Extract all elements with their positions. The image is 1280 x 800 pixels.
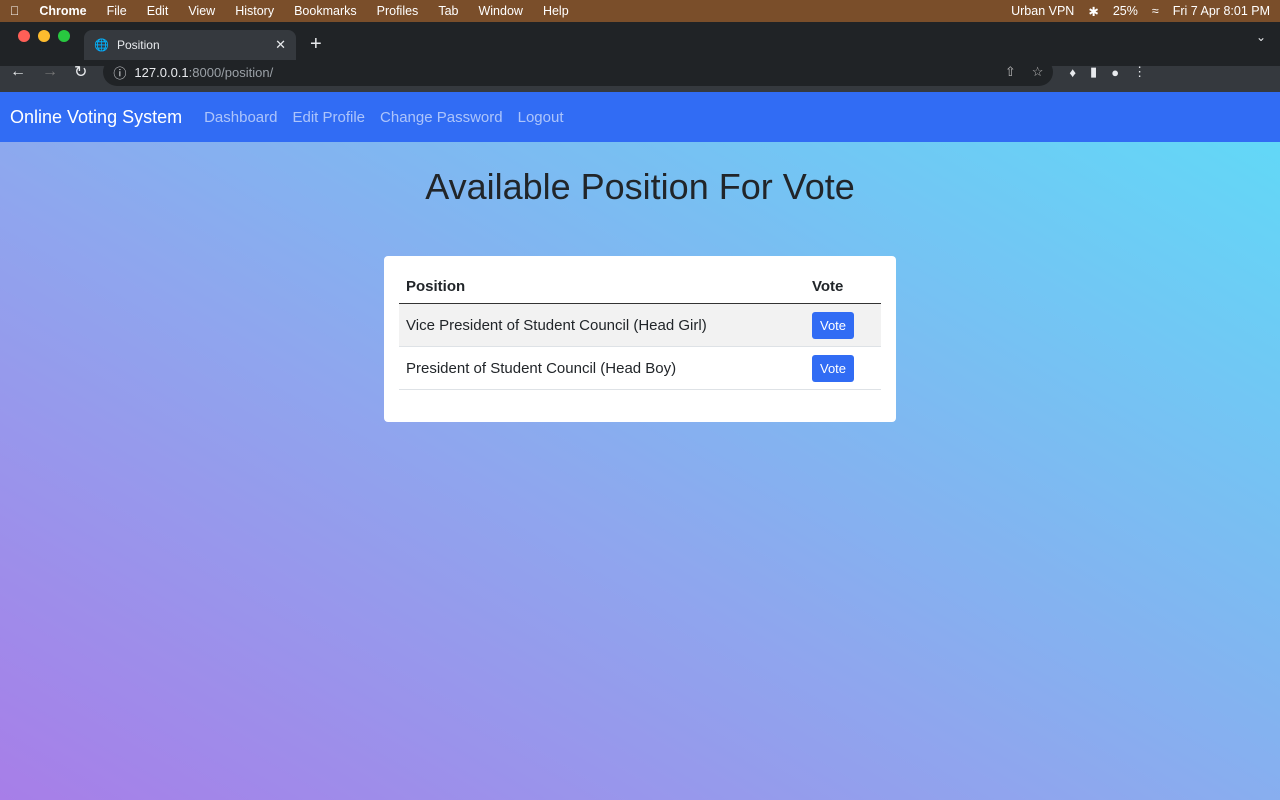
vote-button[interactable]: Vote (812, 311, 855, 339)
menu-view[interactable]: View (188, 4, 215, 18)
close-tab-icon[interactable]: ✕ (275, 37, 286, 53)
apple-icon[interactable]:  (10, 4, 19, 18)
battery-percent[interactable]: 25% (1113, 4, 1138, 18)
side-panel-icon[interactable]: ▮ (1090, 64, 1097, 80)
nav-change-password[interactable]: Change Password (380, 109, 503, 126)
menu-history[interactable]: History (235, 4, 274, 18)
vpn-status[interactable]: Urban VPN (1011, 4, 1074, 18)
menu-app[interactable]: Chrome (39, 4, 86, 18)
tab-title: Position (116, 38, 160, 52)
main-content: Available Position For Vote Position Vote… (0, 142, 1280, 800)
datetime[interactable]: Fri 7 Apr 8:01 PM (1173, 4, 1270, 18)
table-row: Vice President of Student Council (Head … (399, 303, 881, 347)
wifi-icon[interactable]: ≈ (1152, 4, 1159, 18)
tab-search-chevron-icon[interactable]: ⌄ (1256, 30, 1266, 44)
bookmark-star-icon[interactable]: ☆ (1032, 64, 1044, 80)
macos-menubar:  Chrome File Edit View History Bookmark… (0, 0, 1280, 22)
position-name: President of Student Council (Head Boy) (399, 346, 805, 390)
menu-tab[interactable]: Tab (438, 4, 458, 18)
menu-window[interactable]: Window (478, 4, 522, 18)
bluetooth-icon[interactable]: ✱ (1088, 4, 1098, 19)
header-vote: Vote (805, 270, 881, 304)
position-name: Vice President of Student Council (Head … (399, 303, 805, 347)
url-path: :8000/position/ (188, 64, 274, 80)
page-title: Available Position For Vote (425, 166, 855, 207)
globe-icon: 🌐 (94, 38, 109, 52)
new-tab-button[interactable]: + (310, 33, 322, 56)
menu-help[interactable]: Help (543, 4, 569, 18)
menu-edit[interactable]: Edit (147, 4, 169, 18)
positions-card: Position Vote Vice President of Student C… (384, 256, 896, 422)
chrome-menu-icon[interactable]: ⋮ (1133, 64, 1146, 80)
close-window-button[interactable] (18, 30, 30, 42)
url-host: 127.0.0.1 (134, 64, 189, 80)
menu-profiles[interactable]: Profiles (377, 4, 419, 18)
table-row: President of Student Council (Head Boy) V… (399, 346, 881, 390)
tab-strip: 🌐 Position ✕ + ⌄ (0, 22, 1280, 66)
extensions-puzzle-icon[interactable]: ♦ (1069, 65, 1076, 80)
profile-avatar[interactable]: ● (1111, 65, 1119, 80)
brand[interactable]: Online Voting System (10, 107, 182, 128)
nav-dashboard[interactable]: Dashboard (204, 109, 277, 126)
site-navbar: Online Voting System Dashboard Edit Prof… (0, 92, 1280, 142)
maximize-window-button[interactable] (58, 30, 70, 42)
menu-file[interactable]: File (107, 4, 127, 18)
nav-logout[interactable]: Logout (518, 109, 564, 126)
menu-bookmarks[interactable]: Bookmarks (294, 4, 357, 18)
nav-edit-profile[interactable]: Edit Profile (292, 109, 365, 126)
positions-table: Position Vote Vice President of Student C… (399, 270, 881, 390)
share-icon[interactable]: ⇧ (1005, 64, 1016, 80)
header-position: Position (399, 270, 805, 304)
minimize-window-button[interactable] (38, 30, 50, 42)
vote-button[interactable]: Vote (812, 354, 855, 382)
browser-tab[interactable]: 🌐 Position ✕ (84, 30, 296, 60)
